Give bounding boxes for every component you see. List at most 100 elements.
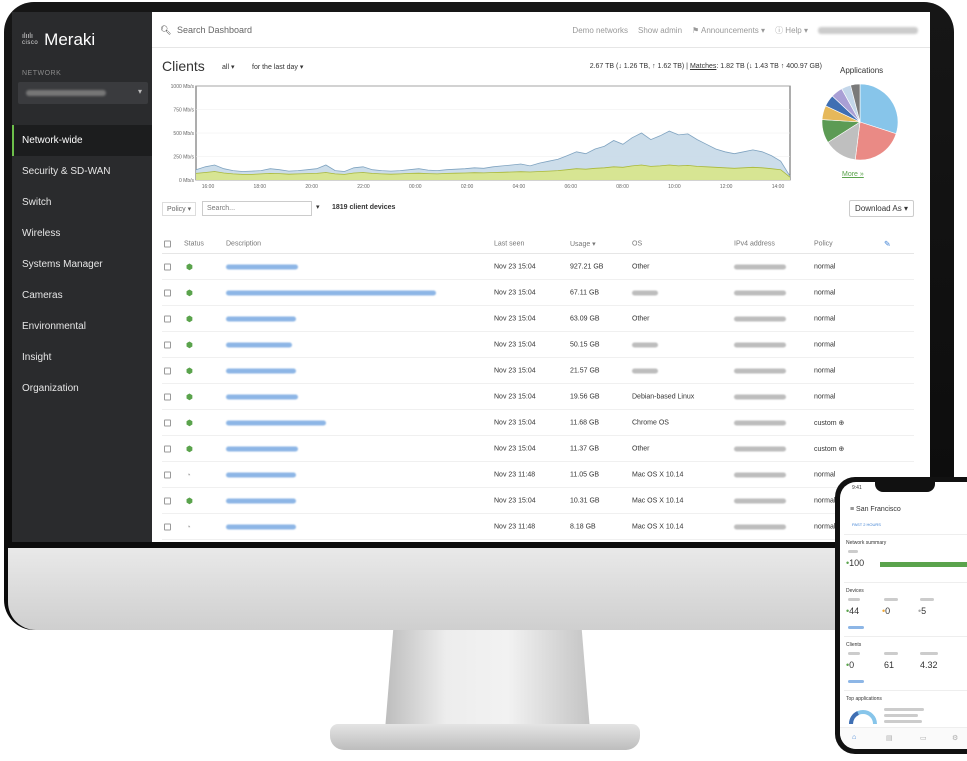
row-checkbox[interactable] xyxy=(164,497,171,504)
sidebar-item-switch[interactable]: Switch xyxy=(12,187,152,218)
filter-all-dropdown[interactable]: all ▾ xyxy=(222,63,234,71)
sidebar-item-wireless[interactable]: Wireless xyxy=(12,218,152,249)
table-row[interactable]: ⬢ Nov 23 15:04 67.11 GB normal xyxy=(162,280,914,306)
sidebar-item-systems-manager[interactable]: Systems Manager xyxy=(12,249,152,280)
client-os: Debian-based Linux xyxy=(632,393,695,400)
header-description[interactable]: Description xyxy=(226,240,261,247)
client-usage: 10.31 GB xyxy=(570,497,600,504)
client-description-link[interactable] xyxy=(226,264,298,269)
client-description-link[interactable] xyxy=(226,524,296,529)
account-menu-redacted[interactable] xyxy=(818,27,918,34)
row-checkbox[interactable] xyxy=(164,419,171,426)
row-checkbox[interactable] xyxy=(164,445,171,452)
phone-tab-settings-icon[interactable]: ⚙ xyxy=(952,734,958,742)
filter-time-dropdown[interactable]: for the last day ▾ xyxy=(252,63,303,71)
sidebar-item-environmental[interactable]: Environmental xyxy=(12,311,152,342)
download-as-button[interactable]: Download As ▾ xyxy=(849,200,914,217)
row-checkbox[interactable] xyxy=(164,393,171,400)
applications-pie-chart[interactable] xyxy=(820,82,900,162)
table-row[interactable]: ◔ Nov 23 11:48 8.18 GB Mac OS X 10.14 normal xyxy=(162,514,914,540)
client-description-link[interactable] xyxy=(226,316,296,321)
header-ipv4[interactable]: IPv4 address xyxy=(734,240,775,247)
header-os[interactable]: OS xyxy=(632,240,642,247)
phone-label-redacted xyxy=(884,714,918,717)
table-row[interactable]: ◔Nov 23 11:488.13 GBMac OS X 10.14normal xyxy=(162,540,914,542)
phone-network-title[interactable]: ≡ San Francisco xyxy=(850,506,901,513)
sidebar: ılıılı cisco Meraki NETWORK ▾ Network-wi… xyxy=(12,12,152,542)
client-description-link[interactable] xyxy=(226,498,296,503)
client-description-link[interactable] xyxy=(226,342,292,347)
client-description-link[interactable] xyxy=(226,368,296,373)
policy-dropdown[interactable]: Policy ▾ xyxy=(162,202,197,216)
phone-tab-devices-icon[interactable]: ▤ xyxy=(886,734,893,742)
search-dropdown-caret-icon[interactable]: ▾ xyxy=(316,203,320,211)
client-ipv4-redacted xyxy=(734,446,786,451)
usage-chart[interactable]: 1000 Mb/s 750 Mb/s 500 Mb/s 250 Mb/s 0 Mb/s 1… xyxy=(160,80,800,198)
client-description-link[interactable] xyxy=(226,446,298,451)
header-usage[interactable]: Usage ▾ xyxy=(570,240,596,248)
phone-clients-link[interactable] xyxy=(848,680,864,683)
phone-tab-clients-icon[interactable]: ▭ xyxy=(920,734,927,742)
meraki-logo[interactable]: ılıılı cisco Meraki xyxy=(22,30,95,50)
show-admin-link[interactable]: Show admin xyxy=(638,26,682,35)
phone-health-bar xyxy=(880,562,967,567)
client-description-link[interactable] xyxy=(226,420,326,425)
client-status-icon: ⬢ xyxy=(186,340,193,349)
row-checkbox[interactable] xyxy=(164,263,171,270)
header-policy[interactable]: Policy xyxy=(814,240,833,247)
phone-time-range[interactable]: PAST 2 HOURS xyxy=(852,522,881,527)
table-row[interactable]: ⬢ Nov 23 15:04 11.68 GB Chrome OS custom ⊕ xyxy=(162,410,914,436)
phone-devices-heading: Devices xyxy=(846,588,864,594)
table-row[interactable]: ⬢ Nov 23 15:04 19.56 GB Debian-based Linux n… xyxy=(162,384,914,410)
phone-notch xyxy=(875,482,935,492)
header-last-seen[interactable]: Last seen xyxy=(494,240,524,247)
phone-screen: 9:41 ≡ San Francisco PAST 2 HOURS Networ… xyxy=(840,482,967,749)
announcements-menu[interactable]: ⚑ Announcements ▾ xyxy=(692,26,765,35)
sidebar-item-cameras[interactable]: Cameras xyxy=(12,280,152,311)
phone-devices-link[interactable] xyxy=(848,626,864,629)
sidebar-item-organization[interactable]: Organization xyxy=(12,373,152,404)
client-os: Mac OS X 10.14 xyxy=(632,497,684,504)
phone-tab-home-icon[interactable]: ⌂ xyxy=(852,734,856,741)
chart-x-tick-label: 16:00 xyxy=(202,184,215,190)
help-menu[interactable]: ⓘ Help ▾ xyxy=(775,25,808,36)
table-row[interactable]: ⬢ Nov 23 15:04 10.31 GB Mac OS X 10.14 norma… xyxy=(162,488,914,514)
select-all-checkbox[interactable] xyxy=(164,240,171,247)
client-status-icon: ⬢ xyxy=(186,444,193,453)
table-row[interactable]: ⬢ Nov 23 15:04 63.09 GB Other normal xyxy=(162,306,914,332)
chart-x-tick-label: 14:00 xyxy=(772,184,785,190)
edit-columns-pencil-icon[interactable]: ✎ xyxy=(884,239,891,248)
row-checkbox[interactable] xyxy=(164,367,171,374)
sidebar-item-security-sdwan[interactable]: Security & SD-WAN xyxy=(12,156,152,187)
row-checkbox[interactable] xyxy=(164,471,171,478)
phone-clients-value-c: 4.32 xyxy=(920,660,938,670)
client-description-link[interactable] xyxy=(226,394,298,399)
table-row[interactable]: ⬢ Nov 23 15:04 927.21 GB Other normal xyxy=(162,254,914,280)
header-status[interactable]: Status xyxy=(184,240,204,247)
sidebar-item-network-wide[interactable]: Network-wide xyxy=(12,125,152,156)
caret-down-icon: ▾ xyxy=(137,87,142,96)
client-description-link[interactable] xyxy=(226,472,296,477)
client-os-redacted xyxy=(632,290,658,295)
row-checkbox[interactable] xyxy=(164,341,171,348)
demo-networks-link[interactable]: Demo networks xyxy=(572,26,628,35)
matches-link[interactable]: Matches xyxy=(690,63,716,70)
client-description-link[interactable] xyxy=(226,290,436,295)
sidebar-item-insight[interactable]: Insight xyxy=(12,342,152,373)
client-status-icon: ◔ xyxy=(186,522,191,531)
table-row[interactable]: ⬢ Nov 23 15:04 11.37 GB Other custom ⊕ xyxy=(162,436,914,462)
phone-label-redacted xyxy=(920,598,934,601)
client-status-icon: ⬢ xyxy=(186,314,193,323)
network-selector[interactable]: ▾ xyxy=(18,82,148,104)
dashboard-search[interactable]: 🔍︎ Search Dashboard xyxy=(160,25,252,36)
network-name-redacted xyxy=(26,90,106,96)
client-search-input[interactable]: Search... xyxy=(202,201,312,216)
row-checkbox[interactable] xyxy=(164,315,171,322)
row-checkbox[interactable] xyxy=(164,289,171,296)
client-usage: 63.09 GB xyxy=(570,315,600,322)
table-row[interactable]: ◔ Nov 23 11:48 11.05 GB Mac OS X 10.14 norma… xyxy=(162,462,914,488)
table-row[interactable]: ⬢ Nov 23 15:04 21.57 GB normal xyxy=(162,358,914,384)
row-checkbox[interactable] xyxy=(164,523,171,530)
table-row[interactable]: ⬢ Nov 23 15:04 50.15 GB normal xyxy=(162,332,914,358)
applications-more-link[interactable]: More » xyxy=(842,171,864,178)
